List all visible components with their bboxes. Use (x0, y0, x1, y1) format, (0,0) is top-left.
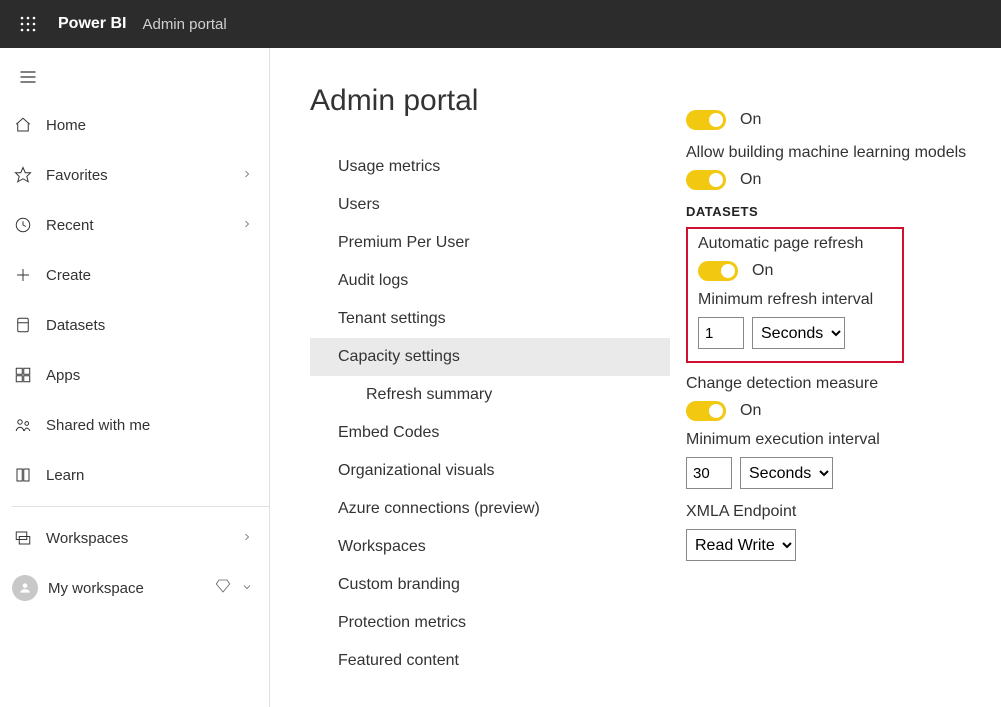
nav-item-label: Favorites (46, 167, 241, 184)
shared-icon (12, 416, 34, 434)
database-icon (12, 316, 34, 334)
nav-item-create[interactable]: Create (12, 250, 269, 300)
min-refresh-label: Minimum refresh interval (698, 291, 892, 309)
top-bar: Power BI Admin portal (0, 0, 1001, 48)
admin-item-tenant-settings[interactable]: Tenant settings (310, 300, 670, 338)
admin-nav: Admin portal Usage metricsUsersPremium P… (310, 48, 670, 707)
page-title: Admin portal (310, 84, 670, 118)
automatic-page-refresh-highlight: Automatic page refresh On Minimum refres… (686, 227, 904, 363)
min-exec-label: Minimum execution interval (686, 431, 1001, 449)
home-icon (12, 116, 34, 134)
admin-item-usage-metrics[interactable]: Usage metrics (310, 148, 670, 186)
min-refresh-unit-select[interactable]: Seconds (752, 317, 845, 349)
admin-item-embed-codes[interactable]: Embed Codes (310, 414, 670, 452)
min-exec-value-input[interactable] (686, 457, 732, 489)
setting-cdm-label: Change detection measure (686, 375, 1001, 393)
setting-apr-label: Automatic page refresh (698, 235, 892, 253)
nav-item-label: Recent (46, 217, 241, 234)
brand-label: Power BI (58, 15, 126, 33)
chevron-right-icon (241, 530, 257, 547)
toggle-ml[interactable] (686, 170, 726, 190)
toggle-state-label: On (740, 402, 761, 420)
left-nav: Home Favorites Recent Create Datasets Apps Sha… (0, 48, 270, 707)
min-refresh-value-input[interactable] (698, 317, 744, 349)
plus-icon (12, 266, 34, 284)
toggle-apr[interactable] (698, 261, 738, 281)
admin-item-capacity-settings[interactable]: Capacity settings (310, 338, 670, 376)
nav-item-datasets[interactable]: Datasets (12, 300, 269, 350)
nav-workspaces[interactable]: Workspaces (12, 513, 269, 563)
nav-item-label: Workspaces (46, 530, 241, 547)
xmla-select[interactable]: Read Write (686, 529, 796, 561)
nav-item-label: Datasets (46, 317, 257, 334)
nav-item-label: My workspace (48, 580, 215, 597)
clock-icon (12, 216, 34, 234)
admin-item-custom-branding[interactable]: Custom branding (310, 566, 670, 604)
admin-item-organizational-visuals[interactable]: Organizational visuals (310, 452, 670, 490)
chevron-right-icon (241, 167, 257, 184)
nav-item-home[interactable]: Home (12, 100, 269, 150)
xmla-label: XMLA Endpoint (686, 503, 1001, 521)
admin-item-users[interactable]: Users (310, 186, 670, 224)
nav-item-learn[interactable]: Learn (12, 450, 269, 500)
datasets-heading: DATASETS (686, 204, 1001, 219)
admin-item-featured-content[interactable]: Featured content (310, 642, 670, 680)
grid-icon (12, 366, 34, 384)
nav-item-label: Shared with me (46, 417, 257, 434)
star-icon (12, 166, 34, 184)
settings-panel: On Allow building machine learning model… (670, 48, 1001, 707)
chevron-right-icon (241, 217, 257, 234)
nav-item-label: Learn (46, 467, 257, 484)
nav-item-label: Home (46, 117, 257, 134)
premium-diamond-icon (215, 578, 231, 598)
admin-item-audit-logs[interactable]: Audit logs (310, 262, 670, 300)
toggle-state-label: On (752, 262, 773, 280)
toggle-on-1[interactable] (686, 110, 726, 130)
admin-item-refresh-summary[interactable]: Refresh summary (310, 376, 670, 414)
nav-item-apps[interactable]: Apps (12, 350, 269, 400)
nav-item-favorites[interactable]: Favorites (12, 150, 269, 200)
toggle-state-label: On (740, 171, 761, 189)
avatar-icon (12, 575, 38, 601)
nav-item-label: Apps (46, 367, 257, 384)
admin-item-azure-connections-preview-[interactable]: Azure connections (preview) (310, 490, 670, 528)
toggle-state-label: On (740, 111, 761, 129)
admin-item-premium-per-user[interactable]: Premium Per User (310, 224, 670, 262)
admin-item-workspaces[interactable]: Workspaces (310, 528, 670, 566)
toggle-cdm[interactable] (686, 401, 726, 421)
nav-item-shared-with-me[interactable]: Shared with me (12, 400, 269, 450)
setting-ml-label: Allow building machine learning models (686, 144, 1001, 162)
book-icon (12, 466, 34, 484)
admin-item-protection-metrics[interactable]: Protection metrics (310, 604, 670, 642)
chevron-down-icon (241, 580, 257, 597)
nav-my-workspace[interactable]: My workspace (12, 563, 269, 613)
hamburger-icon[interactable] (18, 67, 38, 90)
app-launcher-icon[interactable] (12, 8, 44, 40)
app-subtitle: Admin portal (142, 16, 226, 33)
nav-item-recent[interactable]: Recent (12, 200, 269, 250)
min-exec-unit-select[interactable]: Seconds (740, 457, 833, 489)
workspaces-icon (12, 529, 34, 547)
nav-item-label: Create (46, 267, 257, 284)
